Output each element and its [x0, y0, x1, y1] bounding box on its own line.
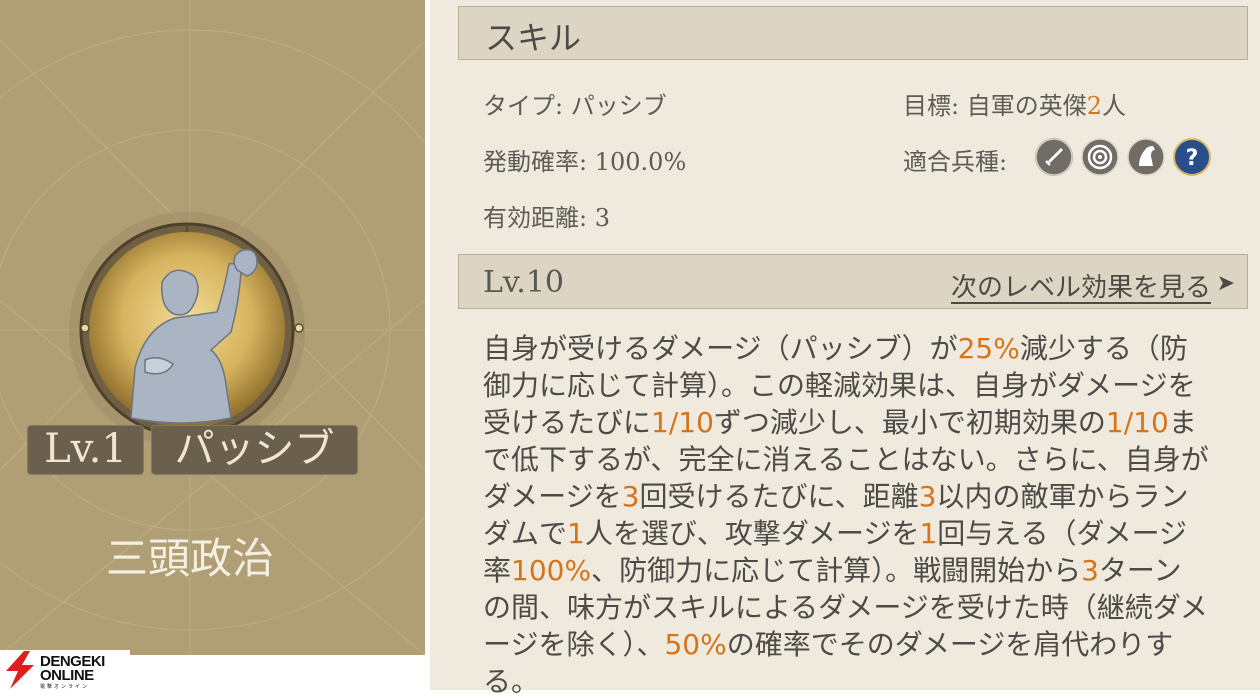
description-text: 減少する（防 — [1019, 332, 1188, 365]
description-text: 回与える（ダメージ — [937, 517, 1188, 550]
activation-stat: 発動確率: 100.0% — [483, 142, 686, 177]
description-text: 率 — [483, 554, 512, 587]
description-text: の間、味方がスキルによるダメージを受けた時（継続ダメ — [483, 591, 1208, 624]
type-value: パッシブ — [570, 92, 667, 120]
description-text: 回受けるたびに、距離 — [639, 480, 919, 513]
description-text: ージを除く）、 — [483, 628, 665, 661]
description-line: 受けるたびに1/10ずつ減少し、最小で初期効果の1/10ま — [483, 404, 1223, 441]
description-line: 率100%、防御力に応じて計算）。戦闘開始から3ターン — [483, 552, 1223, 589]
highlight-value: 25% — [957, 332, 1020, 365]
unit-type-stat: 適合兵種: — [903, 142, 1007, 177]
description-text: 以内の敵軍からラン — [936, 480, 1189, 513]
description-text: の確率でそのダメージを肩代わりす — [726, 628, 1174, 661]
description-text: る。 — [483, 665, 540, 698]
highlight-value: 1/10 — [651, 406, 714, 439]
description-line: の間、味方がスキルによるダメージを受けた時（継続ダメ — [483, 589, 1223, 626]
question-icon[interactable]: ? — [1173, 138, 1211, 176]
target-prefix: 自軍の英傑 — [966, 92, 1087, 120]
description-line: で低下するが、完全に消えることはない。さらに、自身が — [483, 441, 1223, 478]
range-label: 有効距離: — [483, 204, 588, 232]
description-text: 、防御力に応じて計算）。戦闘開始から — [591, 554, 1082, 587]
skill-card: Lv.1 パッシブ 三頭政治 — [0, 0, 425, 655]
dengeki-online-logo: DENGEKI ONLINE 電撃オンライン — [0, 650, 130, 690]
target-label: 目標: — [903, 92, 960, 120]
logo-line2: ONLINE — [40, 667, 94, 684]
highlight-value: 1 — [919, 517, 938, 550]
svg-text:?: ? — [1186, 146, 1199, 171]
description-line: ダムで1人を選び、攻撃ダメージを1回与える（ダメージ — [483, 515, 1223, 552]
description-text: で低下するが、完全に消えることはない。さらに、自身が — [483, 443, 1209, 476]
level-badge: Lv.1 — [27, 425, 144, 475]
description-text: ターン — [1098, 554, 1182, 587]
description-text: 人を選び、攻撃ダメージを — [584, 517, 920, 550]
description-line: ダメージを3回受けるたびに、距離3以内の敵軍からラン — [483, 478, 1223, 515]
skill-header-bar: スキル — [458, 6, 1248, 60]
sword-icon[interactable] — [1035, 138, 1073, 176]
highlight-value: 100% — [511, 554, 592, 587]
type-label: タイプ: — [483, 92, 564, 120]
description-text: ダメージを — [483, 480, 622, 513]
skill-type-badge: パッシブ — [151, 425, 358, 475]
panel-title: スキル — [485, 19, 582, 57]
description-text: ま — [1168, 406, 1197, 439]
description-text: 御力に応じて計算）。この軽減効果は、自身がダメージを — [483, 369, 1196, 402]
description-line: ージを除く）、50%の確率でそのダメージを肩代わりす — [483, 626, 1223, 663]
next-level-link[interactable]: 次のレベル効果を見る — [951, 267, 1211, 304]
highlight-value: 50% — [664, 628, 727, 661]
target-suffix: 人 — [1102, 92, 1127, 120]
skill-name: 三頭政治 — [105, 534, 274, 583]
highlight-value: 3 — [918, 480, 937, 513]
level-bar: Lv.10 次のレベル効果を見る ➤ — [458, 254, 1248, 309]
skill-portrait — [67, 210, 307, 450]
range-stat: 有効距離: 3 — [483, 198, 610, 233]
activation-value: 100.0% — [594, 148, 687, 176]
highlight-value: 1/10 — [1105, 406, 1169, 439]
horse-icon[interactable] — [1127, 138, 1165, 176]
hero-statue-icon — [69, 212, 305, 448]
highlight-value: 1 — [567, 517, 585, 550]
chevron-right-icon[interactable]: ➤ — [1217, 271, 1235, 296]
description-text: ずつ減少し、最小で初期効果の — [713, 406, 1106, 439]
description-text: ダムで — [483, 517, 568, 550]
target-count: 2 — [1086, 92, 1103, 120]
target-stat: 目標: 自軍の英傑2人 — [903, 86, 1126, 121]
activation-label: 発動確率: — [483, 148, 588, 176]
type-stat: タイプ: パッシブ — [483, 86, 667, 121]
skill-detail-panel: スキル タイプ: パッシブ 目標: 自軍の英傑2人 発動確率: 100.0% 適… — [430, 0, 1260, 698]
description-line: る。 — [483, 663, 1223, 700]
skill-description: 自身が受けるダメージ（パッシブ）が25%減少する（防 御力に応じて計算）。この軽減… — [483, 330, 1223, 700]
description-line: 自身が受けるダメージ（パッシブ）が25%減少する（防 — [483, 330, 1223, 367]
skill-level-label: Lv.10 — [483, 265, 565, 300]
description-line: 御力に応じて計算）。この軽減効果は、自身がダメージを — [483, 367, 1223, 404]
description-text: 自身が受けるダメージ（パッシブ）が — [483, 332, 958, 365]
highlight-value: 3 — [621, 480, 640, 513]
lightning-bolt-icon — [6, 651, 34, 689]
highlight-value: 3 — [1081, 554, 1099, 587]
target-value: 自軍の英傑2人 — [967, 92, 1126, 120]
target-icon[interactable] — [1081, 138, 1119, 176]
description-text: 受けるたびに — [483, 406, 652, 439]
logo-line3: 電撃オンライン — [40, 684, 90, 690]
unit-type-label: 適合兵種: — [903, 148, 1008, 176]
range-value: 3 — [594, 204, 611, 232]
